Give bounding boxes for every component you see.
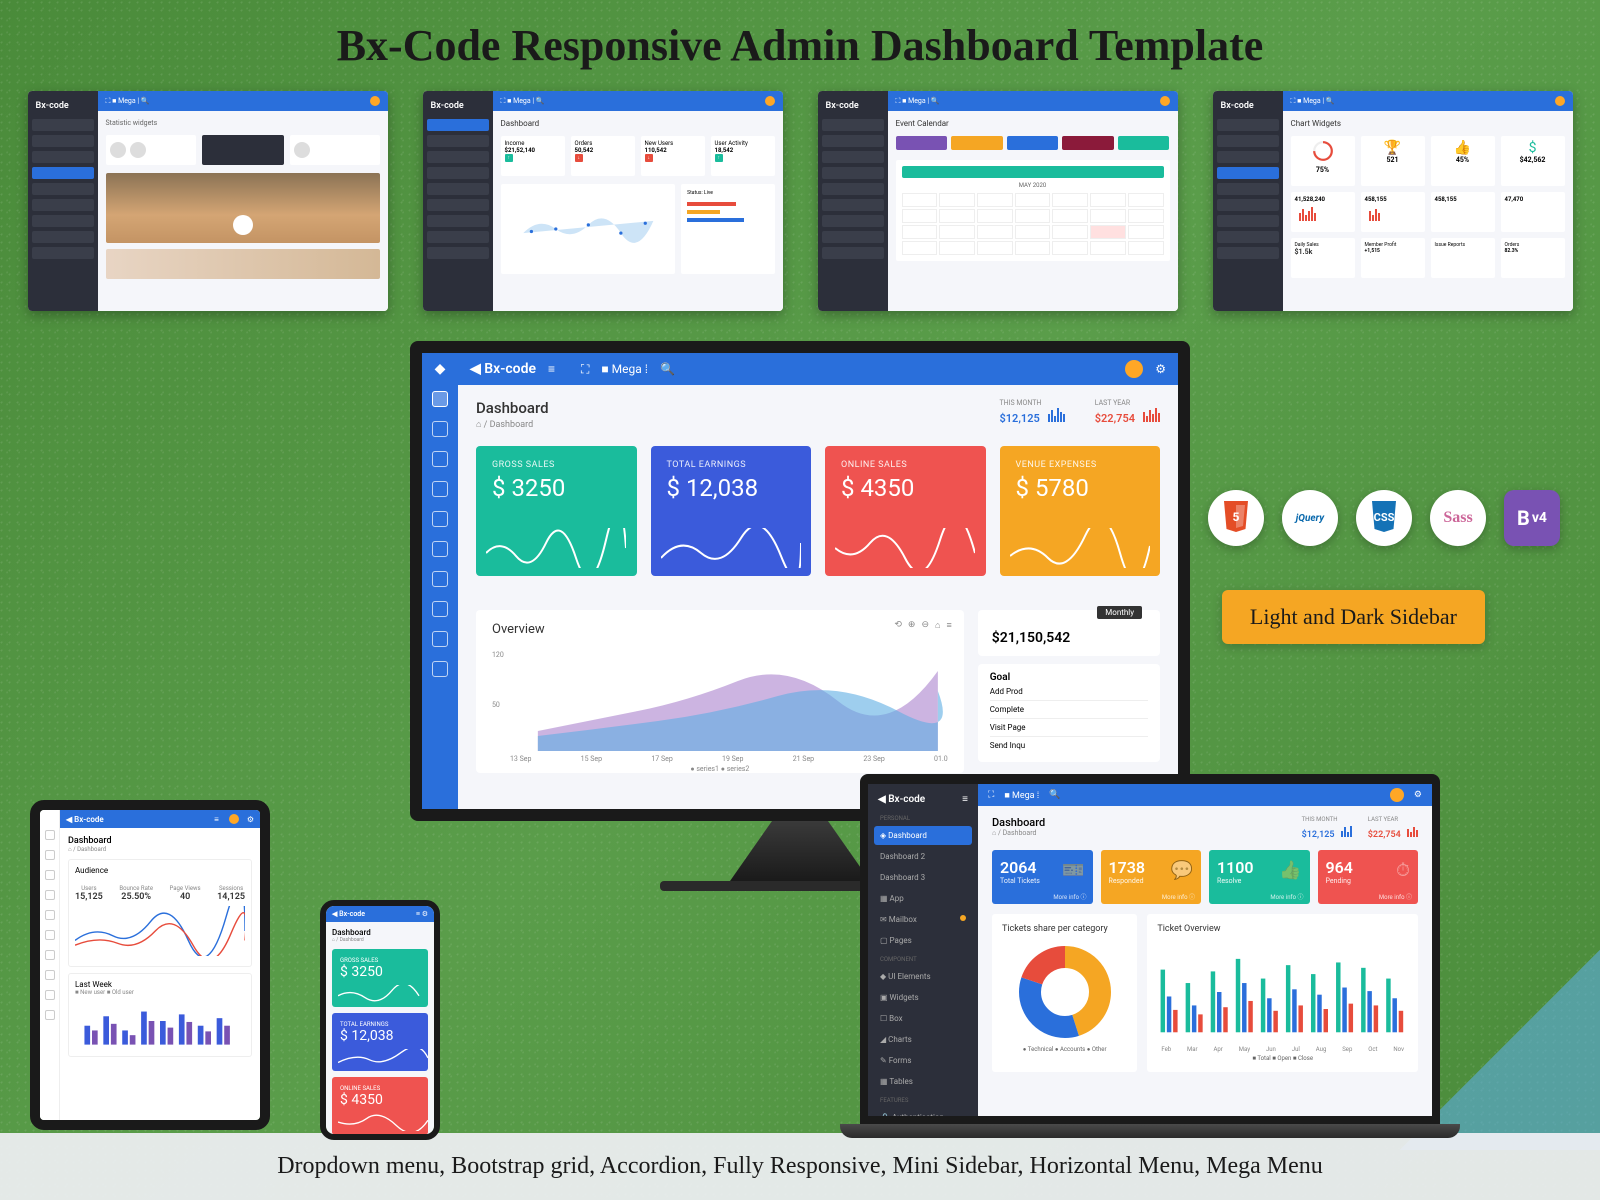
nav-dashboard[interactable]: ◈ Dashboard: [874, 826, 972, 845]
overview-amount: $21,150,542: [992, 630, 1146, 646]
settings-icon[interactable]: ⚙: [1155, 362, 1166, 376]
nav-item[interactable]: Dashboard 3: [874, 868, 972, 887]
stat-card-online-sales[interactable]: ONLINE SALES $ 4350: [825, 446, 986, 576]
footer-features: Dropdown menu, Bootstrap grid, Accordion…: [0, 1133, 1600, 1200]
dashboard-title: Dashboard: [476, 399, 549, 417]
fullscreen-icon[interactable]: ⛶: [988, 790, 994, 800]
brand-logo: Bx-code: [427, 97, 489, 115]
stat-value: $22,754: [1095, 412, 1135, 425]
stat-card-gross-sales[interactable]: GROSS SALES $ 3250: [476, 446, 637, 576]
sidebar-icon[interactable]: [432, 601, 448, 617]
sidebar-icon[interactable]: [432, 631, 448, 647]
goal-item[interactable]: Complete: [990, 701, 1148, 719]
laptop-device: ◀ Bx-code ≡ PERSONAL ◈ Dashboard Dashboa…: [860, 774, 1440, 1138]
sidebar-icon[interactable]: [432, 571, 448, 587]
bootstrap-badge: Bv4: [1504, 490, 1560, 546]
avatar[interactable]: [1390, 788, 1404, 802]
chart-control-icon[interactable]: ⊖: [921, 620, 929, 631]
stat-label: THIS MONTH: [999, 399, 1064, 407]
thumbnail-2: Bx-code ⛶ ■ Mega | 🔍 Dashboard Income$21…: [423, 91, 783, 311]
ticket-card-total[interactable]: 2064 Total Tickets 🎫 More info ⓘ: [992, 850, 1093, 904]
sidebar-icon[interactable]: [432, 541, 448, 557]
thumbnail-3: Bx-code ⛶ ■ Mega | 🔍 Event Calendar MAY …: [818, 91, 1178, 311]
brand-logo: Bx-code: [822, 97, 884, 115]
chart-control-icon[interactable]: ⌂: [935, 620, 940, 631]
ticket-card-pending[interactable]: 964 Pending ⏱ More info ⓘ: [1318, 850, 1419, 904]
svg-text:5: 5: [1233, 510, 1240, 524]
avatar[interactable]: [1125, 360, 1143, 378]
menu-icon[interactable]: ≡: [548, 362, 555, 376]
css3-badge: CSS: [1356, 490, 1412, 546]
nav-item[interactable]: ✎ Forms: [874, 1051, 972, 1070]
sidebar-icon[interactable]: [432, 421, 448, 437]
thumbnail-1: Bx-code ⛶ ■ Mega | 🔍 Statistic widgets: [28, 91, 388, 311]
stat-label: LAST YEAR: [1095, 399, 1160, 407]
nav-item[interactable]: ▦ Tables: [874, 1072, 972, 1091]
monthly-badge[interactable]: Monthly: [1097, 606, 1142, 619]
tablet-device: ◀ Bx-code≡⚙ Dashboard ⌂ / Dashboard Audi…: [30, 800, 270, 1130]
nav-item[interactable]: 🔒 Authentication: [874, 1108, 972, 1124]
brand-logo: Bx-code: [32, 97, 94, 115]
sidebar-icon[interactable]: [432, 511, 448, 527]
fullscreen-icon[interactable]: ⛶: [581, 362, 589, 377]
sidebar-icon[interactable]: [432, 661, 448, 677]
goal-item[interactable]: Visit Page: [990, 719, 1148, 737]
chart-control-icon[interactable]: ≡: [946, 620, 951, 631]
thumbnails-row: Bx-code ⛶ ■ Mega | 🔍 Statistic widgets: [0, 81, 1600, 321]
goal-item[interactable]: Send Inqu: [990, 737, 1148, 754]
mega-menu[interactable]: ■ Mega ⁞: [1004, 790, 1039, 801]
nav-item[interactable]: ☐ Box: [874, 1009, 972, 1028]
page-title: Bx-Code Responsive Admin Dashboard Templ…: [0, 0, 1600, 81]
stat-value: $12,125: [999, 412, 1039, 425]
nav-item[interactable]: ▢ Pages: [874, 931, 972, 950]
nav-item[interactable]: ◆ UI Elements: [874, 967, 972, 986]
nav-item[interactable]: ◢ Charts: [874, 1030, 972, 1049]
nav-item[interactable]: ▦ App: [874, 889, 972, 908]
chart-control-icon[interactable]: ⊕: [908, 620, 916, 631]
ticket-card-responded[interactable]: 1738 Responded 💬 More info ⓘ: [1101, 850, 1202, 904]
nav-item[interactable]: ▣ Widgets: [874, 988, 972, 1007]
html5-badge: 5: [1208, 490, 1264, 546]
nav-item[interactable]: ✉ Mailbox: [874, 910, 972, 929]
tech-badges: 5 jQuery CSS Sass Bv4: [1208, 490, 1560, 546]
sidebar: ◆: [422, 353, 458, 809]
stat-card-venue-expenses[interactable]: VENUE EXPENSES $ 5780: [1000, 446, 1161, 576]
ticket-card-resolve[interactable]: 1100 Resolve 👍 More info ⓘ: [1209, 850, 1310, 904]
mega-menu[interactable]: ■ Mega ⁞: [601, 362, 648, 376]
sidebar-icon[interactable]: [432, 481, 448, 497]
sass-badge: Sass: [1430, 490, 1486, 546]
sidebar-icon[interactable]: [432, 451, 448, 467]
jquery-badge: jQuery: [1282, 490, 1338, 546]
overview-panel: Overview ⟲⊕⊖⌂≡ 120 50: [476, 610, 964, 773]
cta-button[interactable]: Light and Dark Sidebar: [1222, 590, 1485, 644]
nav-item[interactable]: Dashboard 2: [874, 847, 972, 866]
goal-item[interactable]: Add Prod: [990, 683, 1148, 701]
search-icon[interactable]: 🔍: [1049, 790, 1060, 800]
thumbnail-4: Bx-code ⛶ ■ Mega | 🔍 Chart Widgets 75% 🏆…: [1213, 91, 1573, 311]
topbar: ◀ Bx-code ≡ ⛶ ■ Mega ⁞ 🔍 ⚙: [458, 353, 1178, 385]
phone-device: ◀ Bx-code≡ ⚙ Dashboard ⌂ / Dashboard GRO…: [320, 900, 440, 1140]
search-icon[interactable]: 🔍: [660, 362, 675, 376]
svg-text:CSS: CSS: [1374, 511, 1395, 524]
tablet-title: Dashboard: [68, 836, 252, 846]
settings-icon[interactable]: ⚙: [1414, 790, 1422, 800]
brand-logo: Bx-code: [1217, 97, 1279, 115]
bar-chart: [1157, 942, 1408, 1042]
breadcrumb: ⌂ / Dashboard: [476, 419, 549, 430]
stat-card-total-earnings[interactable]: TOTAL EARNINGS $ 12,038: [651, 446, 812, 576]
chart-control-icon[interactable]: ⟲: [894, 620, 902, 631]
sidebar-icon[interactable]: [432, 391, 448, 407]
